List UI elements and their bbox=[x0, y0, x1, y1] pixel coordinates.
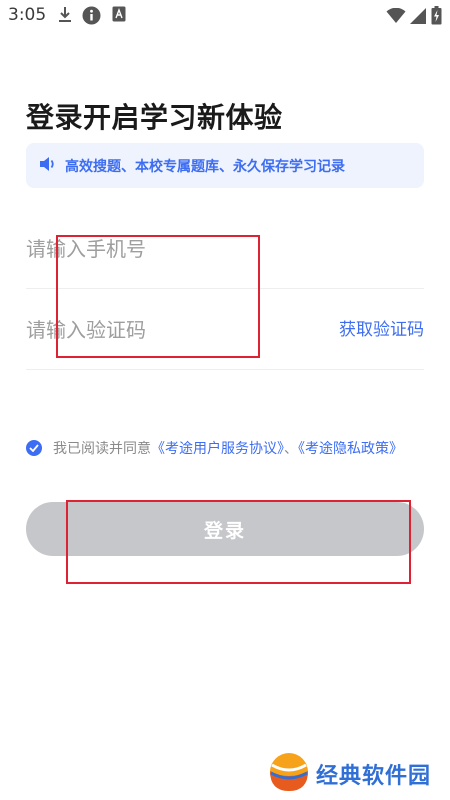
watermark-logo-icon bbox=[268, 751, 310, 797]
speaker-icon bbox=[39, 156, 57, 176]
watermark-text: 经典软件园 bbox=[316, 764, 432, 789]
download-icon bbox=[58, 6, 72, 28]
agreement-separator: 、 bbox=[284, 441, 298, 457]
signal-icon bbox=[410, 7, 427, 28]
status-time: 3:05 bbox=[8, 5, 47, 25]
notice-text: 高效搜题、本校专属题库、永久保存学习记录 bbox=[65, 158, 345, 175]
watermark: 经典软件园 bbox=[268, 750, 450, 798]
checkmark-icon bbox=[29, 444, 39, 452]
agreement-text: 我已阅读并同意《考途用户服务协议》、《考途隐私政策》 bbox=[53, 438, 423, 460]
notice-banner: 高效搜题、本校专属题库、永久保存学习记录 bbox=[26, 143, 424, 188]
user-agreement-link[interactable]: 《考途用户服务协议》 bbox=[151, 441, 284, 457]
agreement-prefix: 我已阅读并同意 bbox=[53, 441, 151, 457]
battery-charging-icon bbox=[431, 6, 442, 29]
wifi-icon bbox=[386, 7, 406, 28]
annotation-box-login bbox=[66, 500, 411, 584]
privacy-policy-link[interactable]: 《考途隐私政策》 bbox=[298, 441, 403, 457]
page-title: 登录开启学习新体验 bbox=[26, 101, 283, 134]
app-badge-icon bbox=[112, 6, 126, 26]
agreement-checkbox[interactable] bbox=[26, 440, 42, 456]
get-code-button[interactable]: 获取验证码 bbox=[339, 290, 424, 370]
status-bar: 3:05 bbox=[0, 0, 450, 30]
info-icon bbox=[82, 6, 101, 29]
annotation-box-inputs bbox=[56, 235, 260, 358]
